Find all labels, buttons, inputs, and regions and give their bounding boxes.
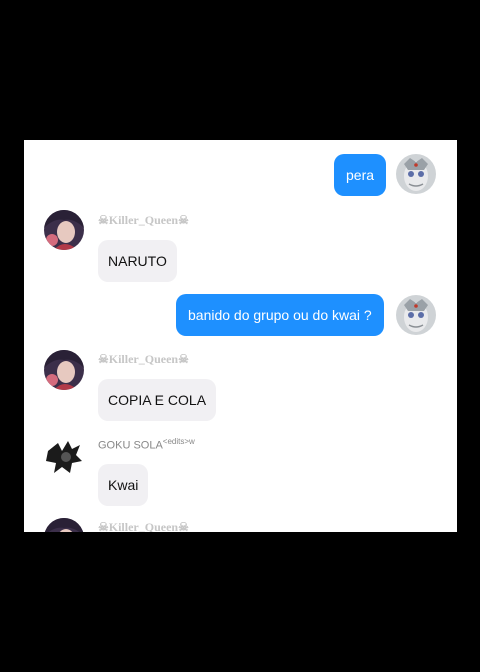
sender-name: GOKU SOLA<edits>w bbox=[98, 437, 195, 452]
killer-queen-avatar-icon[interactable] bbox=[44, 210, 84, 250]
chat-screenshot: pera ☠Killer_Queen☠ NARUTO banido do gru… bbox=[24, 140, 457, 532]
outgoing-message-bubble[interactable]: pera bbox=[334, 154, 387, 196]
killer-queen-avatar-icon[interactable] bbox=[44, 350, 84, 390]
my-avatar-icon[interactable] bbox=[396, 154, 436, 194]
goku-sola-avatar-icon[interactable] bbox=[44, 437, 84, 477]
sender-name: ☠Killer_Queen☠ bbox=[98, 352, 189, 366]
my-avatar-icon[interactable] bbox=[396, 295, 436, 335]
incoming-message-bubble[interactable]: COPIA E COLA bbox=[98, 379, 217, 421]
incoming-message-bubble[interactable]: Kwai bbox=[98, 464, 149, 506]
outgoing-message-bubble[interactable]: banido do grupo ou do kwai ? bbox=[176, 294, 384, 336]
sender-name: ☠Killer_Queen☠ bbox=[98, 213, 189, 227]
sender-name: ☠Killer_Queen☠ bbox=[98, 520, 189, 532]
incoming-message-bubble[interactable]: NARUTO bbox=[98, 240, 177, 282]
killer-queen-avatar-icon[interactable] bbox=[44, 518, 84, 532]
